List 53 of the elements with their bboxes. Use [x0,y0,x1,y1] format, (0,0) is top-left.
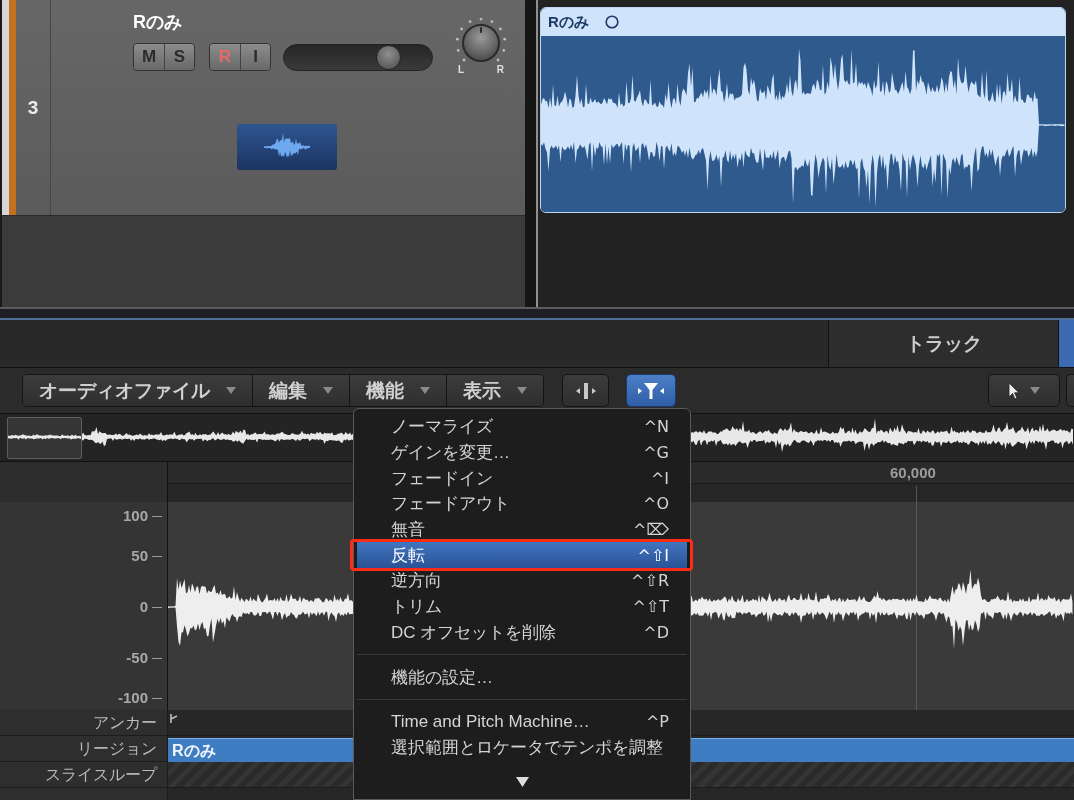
tick-mark [152,515,162,517]
axis-label: -100 [117,689,148,707]
caret-icon [323,387,333,394]
axis-label: 50 [131,547,148,565]
tab[interactable]: トラック [828,320,1058,367]
axis-label: -50 [126,649,148,667]
region-name: Rのみ [548,13,589,31]
menu-item[interactable]: 逆方向 ^⇧R [357,568,687,594]
track-name: Rのみ [133,11,182,34]
menu-item[interactable]: 反転 ^⇧I [357,542,687,569]
menu-item[interactable]: フェードイン ^I [357,465,687,492]
tick-mark [152,657,162,659]
circle-icon [604,15,619,29]
pan-right-label: R [496,64,504,76]
lane-label: リージョン [77,738,157,759]
tab[interactable] [1058,320,1074,367]
caret-icon [517,387,527,394]
lane-label: スライスループ [45,764,157,785]
slider-thumb[interactable] [375,44,401,70]
menu-button[interactable]: オーディオファイル [23,375,252,406]
ruler-label: 60,000 [890,463,936,482]
tick-mark [152,697,162,699]
axis-label: 100 [122,507,148,525]
menu-item[interactable]: トリム ^⇧T [357,593,687,620]
pan-left-label: L [458,64,465,76]
funnel-tool-button[interactable] [626,374,676,407]
lane-label: アンカー [93,712,157,733]
volume-slider[interactable] [283,43,433,71]
menu-item[interactable]: 機能の設定… [357,664,687,690]
caret-icon [226,387,236,394]
audio-region[interactable]: Rのみ [540,7,1066,213]
menu-button[interactable]: 表示 [446,375,543,406]
menu-item[interactable]: ゲインを変更… ^G [357,439,687,466]
tick-mark [152,606,162,608]
tick-mark [152,555,162,557]
anchor-marker-icon[interactable] [170,714,178,723]
track-number: 3 [27,96,39,119]
menu-item[interactable]: フェードアウト ^O [357,491,687,517]
caret-icon [420,387,430,394]
menu-item[interactable]: ノーマライズ ^N [357,414,687,440]
split-tool-button[interactable] [562,374,609,407]
waveform-icon [237,124,337,170]
menu-button[interactable]: 機能 [349,375,446,406]
menu-item[interactable]: DC オフセットを削除 ^D [357,619,687,646]
funnel-icon [638,381,664,400]
overview-viewport[interactable] [7,417,82,459]
split-icon [575,381,596,400]
caret-icon [1030,387,1040,394]
menu-item[interactable]: 無音 ^⌦ [357,516,687,543]
axis-label: 0 [139,598,148,616]
pointer-icon [1008,381,1020,400]
menu-button[interactable]: 編集 [252,375,349,406]
pointer-tool-button[interactable] [988,374,1060,407]
